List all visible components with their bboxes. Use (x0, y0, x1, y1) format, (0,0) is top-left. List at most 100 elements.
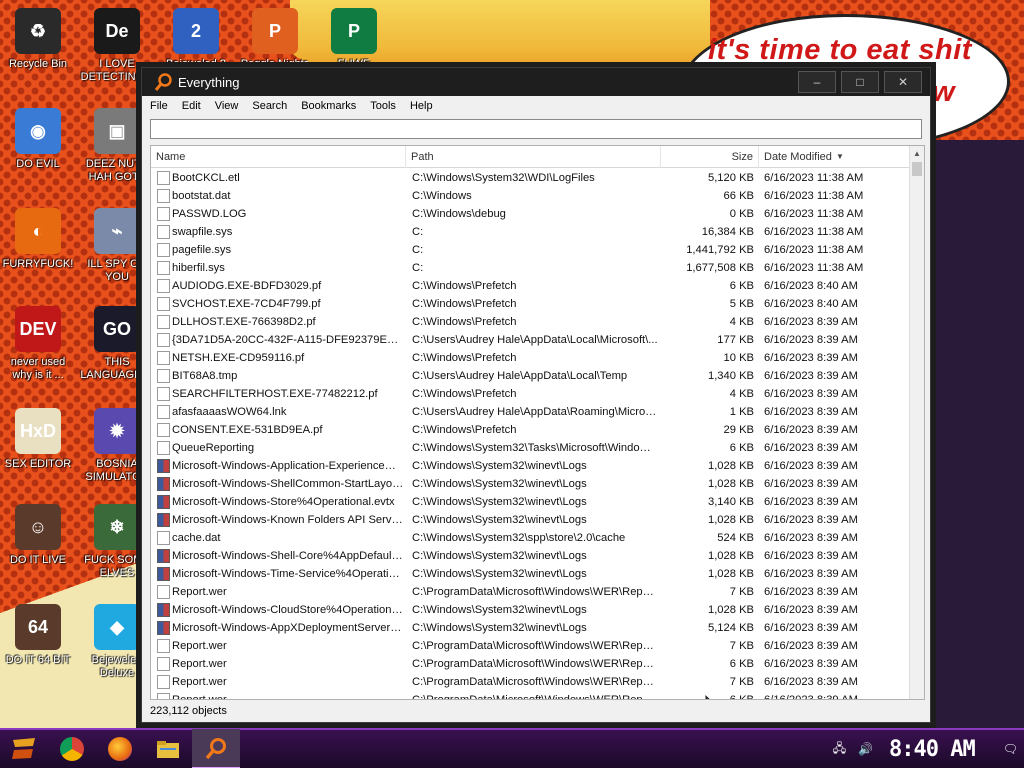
cell-date-modified: 6/16/2023 11:38 AM (764, 244, 864, 256)
menu-file[interactable]: File (150, 100, 168, 112)
cell-path: C:\Windows\Prefetch (412, 424, 517, 436)
cell-size: 1,028 KB (707, 514, 754, 526)
table-row[interactable]: QueueReporting C:\Windows\System32\Tasks\… (151, 439, 910, 457)
table-row[interactable]: DLLHOST.EXE-766398D2.pf C:\Windows\Prefet… (151, 313, 910, 331)
table-row[interactable]: Report.wer C:\ProgramData\Microsoft\Windo… (151, 655, 910, 673)
cell-date-modified: 6/16/2023 8:39 AM (764, 640, 858, 652)
table-row[interactable]: swapfile.sys C: 16,384 KB 6/16/2023 11:38 A… (151, 223, 910, 241)
cell-date-modified: 6/16/2023 8:39 AM (764, 496, 858, 508)
cell-name: swapfile.sys (172, 226, 233, 238)
menu-edit[interactable]: Edit (182, 100, 201, 112)
cell-name: Microsoft-Windows-AppXDeploymentServer%4… (172, 622, 404, 634)
table-row[interactable]: Report.wer C:\ProgramData\Microsoft\Windo… (151, 583, 910, 601)
table-row[interactable]: Report.wer C:\ProgramData\Microsoft\Windo… (151, 637, 910, 655)
desktop-icon[interactable]: ☺ DO IT LIVE (0, 504, 76, 567)
cell-size: 524 KB (717, 532, 754, 544)
table-row[interactable]: cache.dat C:\Windows\System32\spp\store\2… (151, 529, 910, 547)
menu-tools[interactable]: Tools (370, 100, 396, 112)
cell-path: C:\Windows\System32\winevt\Logs (412, 460, 587, 472)
everything-icon (205, 738, 226, 760)
table-row[interactable]: Microsoft-Windows-ShellCommon-StartLayou… (151, 475, 910, 493)
table-row[interactable]: SEARCHFILTERHOST.EXE-77482212.pf C:\Windo… (151, 385, 910, 403)
cell-name: Microsoft-Windows-Time-Service%4Operatio… (172, 568, 404, 580)
vertical-scrollbar[interactable]: ▲ (909, 146, 924, 699)
scroll-up-arrow-icon[interactable]: ▲ (910, 146, 924, 161)
table-row[interactable]: pagefile.sys C: 1,441,792 KB 6/16/2023 11:3… (151, 241, 910, 259)
column-header-path[interactable]: Path (406, 146, 661, 168)
table-row[interactable]: BIT68A8.tmp C:\Users\Audrey Hale\AppData\… (151, 367, 910, 385)
cell-path: C:\ProgramData\Microsoft\Windows\WER\Rep… (412, 586, 658, 598)
file-icon (157, 297, 170, 311)
file-icon (157, 243, 170, 257)
results-list[interactable]: Name Path Size Date Modified ▼ BootCKCL.… (150, 145, 925, 700)
cell-name: {3DA71D5A-20CC-432F-A115-DFE92379E91F}..… (172, 334, 404, 346)
cell-size: 1,028 KB (707, 550, 754, 562)
cell-size: 1,028 KB (707, 604, 754, 616)
taskbar-explorer[interactable] (144, 729, 192, 768)
cell-date-modified: 6/16/2023 11:38 AM (764, 172, 864, 184)
desktop-icon[interactable]: P Peggle Nights (237, 8, 313, 71)
table-row[interactable]: hiberfil.sys C: 1,677,508 KB 6/16/2023 11:3… (151, 259, 910, 277)
desktop-icon[interactable]: HxD SEX EDITOR (0, 408, 76, 471)
cell-size: 1,441,792 KB (686, 244, 754, 256)
menu-search[interactable]: Search (252, 100, 287, 112)
table-row[interactable]: BootCKCL.etl C:\Windows\System32\WDI\LogF… (151, 169, 910, 187)
desktop-icon[interactable]: 64 DO IT 64 BIT (0, 604, 76, 667)
table-row[interactable]: bootstat.dat C:\Windows 66 KB 6/16/2023 11:… (151, 187, 910, 205)
scrollbar-thumb[interactable] (912, 162, 922, 176)
results-rows: BootCKCL.etl C:\Windows\System32\WDI\LogF… (151, 169, 910, 699)
notifications-icon[interactable]: 🗨 (1003, 742, 1018, 756)
cell-size: 6 KB (729, 280, 754, 292)
maximize-button[interactable]: □ (841, 71, 879, 93)
table-row[interactable]: PASSWD.LOG C:\Windows\debug 0 KB 6/16/2023 … (151, 205, 910, 223)
table-row[interactable]: CONSENT.EXE-531BD9EA.pf C:\Windows\Prefet… (151, 421, 910, 439)
desktop-icon[interactable]: ◉ DO EVIL (0, 108, 76, 171)
search-input[interactable] (150, 119, 922, 139)
table-row[interactable]: Microsoft-Windows-Time-Service%4Operatio… (151, 565, 910, 583)
cell-size: 16,384 KB (701, 226, 754, 238)
cell-path: C:\Windows\debug (412, 208, 506, 220)
desktop-icon[interactable]: 2 Bejeweled 2 (158, 8, 234, 71)
table-row[interactable]: afasfaaaasWOW64.lnk C:\Users\Audrey Hale\… (151, 403, 910, 421)
cell-path: C:\Windows\Prefetch (412, 352, 517, 364)
menu-bookmarks[interactable]: Bookmarks (301, 100, 356, 112)
column-header-name[interactable]: Name (151, 146, 406, 168)
taskbar-everything[interactable] (192, 729, 240, 768)
desktop-icon[interactable]: ◐ FURRYFUCK! (0, 208, 76, 271)
desktop-icon[interactable]: ♻ Recycle Bin (0, 8, 76, 71)
menu-view[interactable]: View (215, 100, 239, 112)
table-row[interactable]: Microsoft-Windows-Known Folders API Serv… (151, 511, 910, 529)
column-header-size[interactable]: Size (661, 146, 759, 168)
table-row[interactable]: AUDIODG.EXE-BDFD3029.pf C:\Windows\Prefet… (151, 277, 910, 295)
cell-name: NETSH.EXE-CD959116.pf (172, 352, 305, 364)
cell-path: C:\Users\Audrey Hale\AppData\Local\Temp (412, 370, 628, 382)
table-row[interactable]: {3DA71D5A-20CC-432F-A115-DFE92379E91F}..… (151, 331, 910, 349)
firefox-icon: ◐ (15, 208, 61, 254)
table-row[interactable]: Microsoft-Windows-CloudStore%4Operationa… (151, 601, 910, 619)
start-button[interactable] (0, 729, 48, 768)
table-row[interactable]: SVCHOST.EXE-7CD4F799.pf C:\Windows\Prefet… (151, 295, 910, 313)
cell-path: C:\Windows (412, 190, 472, 202)
network-icon[interactable]: 🖧 (833, 739, 846, 760)
clock[interactable]: 8:40 AM (889, 737, 976, 762)
cell-date-modified: 6/16/2023 8:39 AM (764, 550, 858, 562)
minimize-button[interactable]: – (798, 71, 836, 93)
menu-help[interactable]: Help (410, 100, 433, 112)
table-row[interactable]: Report.wer C:\ProgramData\Microsoft\Windo… (151, 691, 910, 699)
sort-descending-icon: ▼ (836, 152, 844, 161)
table-row[interactable]: Microsoft-Windows-Shell-Core%4AppDefault… (151, 547, 910, 565)
window-titlebar[interactable]: Everything – □ ✕ (142, 68, 930, 96)
bejeweled-2-icon: 2 (173, 8, 219, 54)
volume-icon[interactable]: 🔊 (858, 742, 873, 756)
desktop-icon[interactable]: P FUWE (316, 8, 392, 71)
taskbar-chrome[interactable] (48, 729, 96, 768)
table-row[interactable]: Microsoft-Windows-AppXDeploymentServer%4… (151, 619, 910, 637)
table-row[interactable]: Microsoft-Windows-Store%4Operational.evt… (151, 493, 910, 511)
table-row[interactable]: Report.wer C:\ProgramData\Microsoft\Windo… (151, 673, 910, 691)
close-button[interactable]: ✕ (884, 71, 922, 93)
table-row[interactable]: Microsoft-Windows-Application-Experience… (151, 457, 910, 475)
cell-name: BootCKCL.etl (172, 172, 240, 184)
desktop-icon[interactable]: DEV never used why is it ... (0, 306, 76, 382)
taskbar-firefox[interactable] (96, 729, 144, 768)
table-row[interactable]: NETSH.EXE-CD959116.pf C:\Windows\Prefetch… (151, 349, 910, 367)
